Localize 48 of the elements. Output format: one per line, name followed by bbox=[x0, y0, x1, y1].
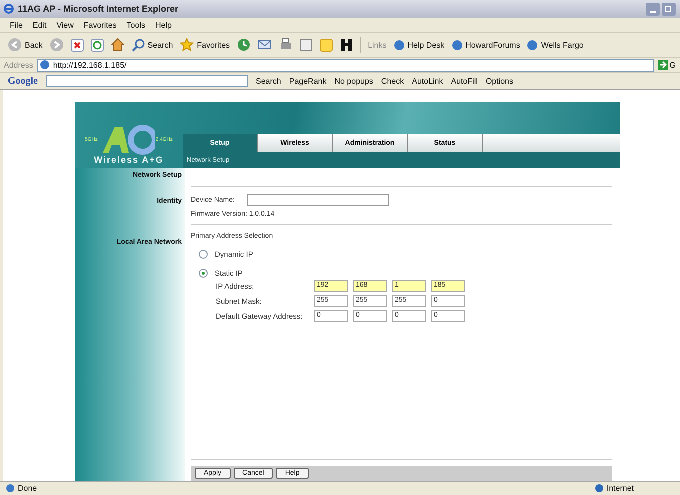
restore-icon bbox=[665, 5, 673, 13]
favorite-link[interactable]: Wells Fargo bbox=[527, 40, 584, 50]
star-icon bbox=[180, 38, 194, 52]
menu-item[interactable]: Favorites bbox=[84, 20, 117, 30]
security-zone: Internet bbox=[594, 484, 674, 493]
radio-button[interactable] bbox=[199, 250, 208, 259]
minimize-button[interactable] bbox=[646, 2, 660, 16]
address-field[interactable]: http://192.168.1.185/ bbox=[37, 58, 654, 72]
device-name-field[interactable] bbox=[246, 194, 389, 206]
arrow-icon bbox=[658, 60, 668, 70]
go-button[interactable]: G bbox=[658, 60, 676, 70]
status-text: Done bbox=[6, 484, 38, 493]
address-label: Address bbox=[4, 60, 34, 70]
mail-icon[interactable] bbox=[258, 38, 272, 52]
links-label: Links bbox=[368, 40, 387, 50]
home-icon[interactable] bbox=[110, 38, 125, 52]
favorite-link[interactable]: HowardForums bbox=[452, 40, 520, 50]
refresh-icon[interactable] bbox=[90, 38, 104, 52]
autofill-button[interactable]: AutoFill bbox=[451, 76, 478, 86]
logo-text: Wireless A+G bbox=[94, 155, 164, 165]
back-button[interactable]: Back bbox=[8, 38, 43, 52]
options-button[interactable]: Options bbox=[486, 76, 514, 86]
browser-icon bbox=[4, 4, 14, 14]
menu-item[interactable]: View bbox=[56, 20, 74, 30]
history-icon[interactable] bbox=[237, 38, 252, 52]
menu-item[interactable]: Edit bbox=[32, 20, 47, 30]
search-field[interactable] bbox=[46, 75, 248, 87]
menu-item[interactable]: File bbox=[10, 20, 23, 30]
pagerank-button[interactable]: PageRank bbox=[289, 76, 327, 86]
restore-button[interactable] bbox=[662, 2, 676, 16]
favorite-link[interactable]: Help Desk bbox=[394, 40, 445, 50]
autolink-button[interactable]: AutoLink bbox=[412, 76, 444, 86]
letter-h-icon[interactable] bbox=[340, 38, 354, 52]
popup-blocker-button[interactable]: No popups bbox=[334, 76, 374, 86]
spell-check-button[interactable]: Check bbox=[381, 76, 404, 86]
menu-item[interactable]: Tools bbox=[126, 20, 146, 30]
search-button[interactable]: Search bbox=[132, 38, 174, 52]
stop-icon[interactable] bbox=[70, 38, 84, 52]
globe-icon bbox=[594, 484, 604, 493]
favorites-button[interactable]: Favorites bbox=[180, 38, 230, 52]
window-title: 11AG AP - Microsoft Internet Explorer bbox=[18, 4, 180, 14]
radio-button[interactable] bbox=[199, 269, 208, 278]
menu-item[interactable]: Help bbox=[155, 20, 172, 30]
search-icon bbox=[132, 38, 145, 52]
google-logo[interactable]: Google bbox=[8, 76, 38, 86]
search-button[interactable]: Search bbox=[256, 76, 282, 86]
printer-icon[interactable] bbox=[279, 38, 294, 52]
note-icon[interactable] bbox=[320, 38, 334, 52]
